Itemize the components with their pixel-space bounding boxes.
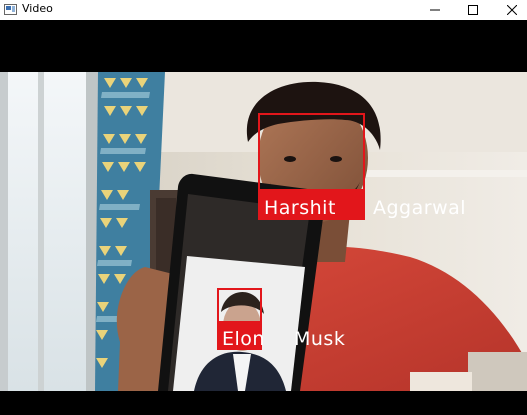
video-frame: Harshit Aggarwal Elon Musk: [0, 72, 527, 391]
window-frame-left: [0, 72, 8, 391]
video-app-icon: [4, 4, 17, 15]
label-last-harshit: Aggarwal: [373, 197, 467, 219]
video-canvas: Harshit Aggarwal Elon Musk: [0, 20, 527, 415]
window-frame-mid: [38, 72, 44, 391]
close-button[interactable]: [492, 0, 527, 20]
label-first-elon: Elon: [222, 328, 265, 350]
label-first-harshit: Harshit: [264, 197, 336, 219]
label-last-elon: Musk: [294, 328, 346, 350]
maximize-button[interactable]: [453, 0, 493, 20]
minimize-button[interactable]: [415, 0, 455, 20]
face-box-harshit: [258, 113, 365, 191]
window-title: Video: [22, 2, 53, 15]
face-box-elon: [217, 288, 262, 323]
minimize-icon: [430, 9, 440, 11]
title-bar[interactable]: Video: [0, 0, 527, 20]
cornice: [360, 170, 527, 177]
maximize-icon: [468, 5, 478, 15]
window-glass: [0, 72, 98, 391]
video-window: Video Harshit Aggarwal Elon Musk: [0, 0, 527, 415]
close-icon: [507, 5, 517, 15]
